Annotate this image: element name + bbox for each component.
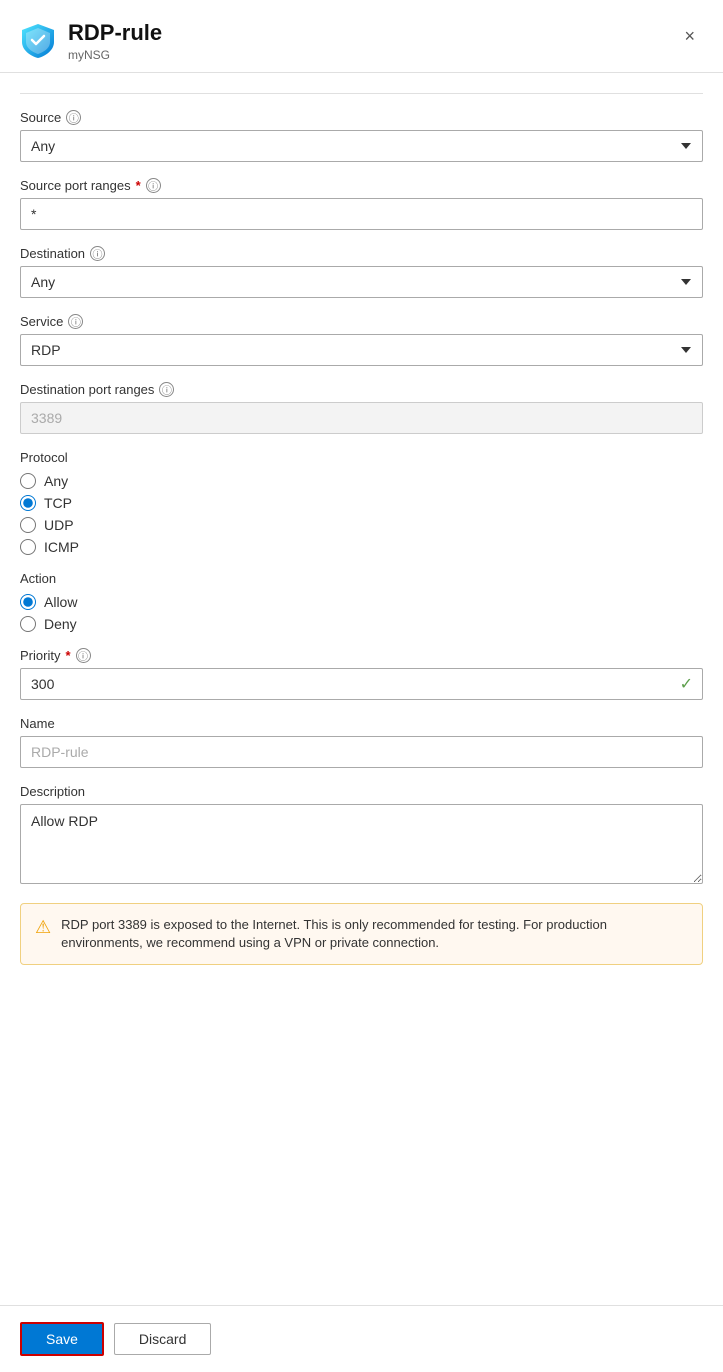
action-group: Action Allow Deny bbox=[20, 571, 703, 632]
dest-port-ranges-group: Destination port ranges ⓘ bbox=[20, 382, 703, 434]
priority-group: Priority * ⓘ ✓ bbox=[20, 648, 703, 700]
dest-port-ranges-label: Destination port ranges ⓘ bbox=[20, 382, 703, 397]
action-allow-radio[interactable] bbox=[20, 594, 36, 610]
protocol-radio-group: Any TCP UDP ICMP bbox=[20, 473, 703, 555]
panel-footer: Save Discard bbox=[0, 1305, 723, 1372]
protocol-udp-label[interactable]: UDP bbox=[44, 517, 74, 533]
header-title-group: RDP-rule myNSG bbox=[68, 20, 162, 62]
action-allow-label[interactable]: Allow bbox=[44, 594, 77, 610]
destination-label: Destination ⓘ bbox=[20, 246, 703, 261]
service-label: Service ⓘ bbox=[20, 314, 703, 329]
source-port-ranges-label: Source port ranges * ⓘ bbox=[20, 178, 703, 193]
priority-required-indicator: * bbox=[65, 648, 70, 663]
priority-info-icon[interactable]: ⓘ bbox=[76, 648, 91, 663]
service-select[interactable]: RDP SSH HTTP HTTPS Custom bbox=[20, 334, 703, 366]
protocol-tcp-radio[interactable] bbox=[20, 495, 36, 511]
destination-info-icon[interactable]: ⓘ bbox=[90, 246, 105, 261]
protocol-tcp-label[interactable]: TCP bbox=[44, 495, 72, 511]
service-info-icon[interactable]: ⓘ bbox=[68, 314, 83, 329]
warning-box: ⚠ RDP port 3389 is exposed to the Intern… bbox=[20, 903, 703, 965]
warning-icon: ⚠ bbox=[35, 917, 51, 938]
protocol-label: Protocol bbox=[20, 450, 703, 465]
protocol-icmp-label[interactable]: ICMP bbox=[44, 539, 79, 555]
protocol-any-item: Any bbox=[20, 473, 703, 489]
discard-button[interactable]: Discard bbox=[114, 1323, 211, 1355]
service-group: Service ⓘ RDP SSH HTTP HTTPS Custom bbox=[20, 314, 703, 366]
divider bbox=[20, 93, 703, 94]
priority-input[interactable] bbox=[20, 668, 703, 700]
protocol-any-radio[interactable] bbox=[20, 473, 36, 489]
header-left: RDP-rule myNSG bbox=[20, 20, 162, 62]
protocol-group: Protocol Any TCP UDP ICMP bbox=[20, 450, 703, 555]
destination-group: Destination ⓘ Any IP Addresses Service T… bbox=[20, 246, 703, 298]
protocol-icmp-radio[interactable] bbox=[20, 539, 36, 555]
dest-port-ranges-input bbox=[20, 402, 703, 434]
destination-select-wrapper: Any IP Addresses Service Tag Application… bbox=[20, 266, 703, 298]
warning-text: RDP port 3389 is exposed to the Internet… bbox=[61, 916, 688, 952]
protocol-udp-item: UDP bbox=[20, 517, 703, 533]
action-allow-item: Allow bbox=[20, 594, 703, 610]
action-deny-label[interactable]: Deny bbox=[44, 616, 77, 632]
name-label: Name bbox=[20, 716, 703, 731]
rdp-rule-panel: RDP-rule myNSG × Source ⓘ Any IP Address… bbox=[0, 0, 723, 1372]
azure-shield-icon bbox=[20, 22, 56, 61]
description-group: Description Allow RDP bbox=[20, 784, 703, 887]
panel-header: RDP-rule myNSG × bbox=[0, 0, 723, 73]
source-port-ranges-group: Source port ranges * ⓘ bbox=[20, 178, 703, 230]
action-radio-group: Allow Deny bbox=[20, 594, 703, 632]
required-indicator: * bbox=[136, 178, 141, 193]
protocol-any-label[interactable]: Any bbox=[44, 473, 68, 489]
save-button[interactable]: Save bbox=[20, 1322, 104, 1356]
priority-label: Priority * ⓘ bbox=[20, 648, 703, 663]
source-port-ranges-input[interactable] bbox=[20, 198, 703, 230]
service-select-wrapper: RDP SSH HTTP HTTPS Custom bbox=[20, 334, 703, 366]
panel-title: RDP-rule bbox=[68, 20, 162, 46]
priority-wrapper: ✓ bbox=[20, 668, 703, 700]
action-deny-item: Deny bbox=[20, 616, 703, 632]
description-label: Description bbox=[20, 784, 703, 799]
protocol-udp-radio[interactable] bbox=[20, 517, 36, 533]
source-label: Source ⓘ bbox=[20, 110, 703, 125]
panel-body: Source ⓘ Any IP Addresses Service Tag My… bbox=[0, 73, 723, 1305]
source-select[interactable]: Any IP Addresses Service Tag My IP addre… bbox=[20, 130, 703, 162]
close-button[interactable]: × bbox=[676, 22, 703, 51]
panel-subtitle: myNSG bbox=[68, 48, 162, 62]
priority-check-icon: ✓ bbox=[680, 674, 693, 694]
dest-port-info-icon[interactable]: ⓘ bbox=[159, 382, 174, 397]
source-group: Source ⓘ Any IP Addresses Service Tag My… bbox=[20, 110, 703, 162]
source-info-icon[interactable]: ⓘ bbox=[66, 110, 81, 125]
destination-select[interactable]: Any IP Addresses Service Tag Application… bbox=[20, 266, 703, 298]
source-port-info-icon[interactable]: ⓘ bbox=[146, 178, 161, 193]
name-input[interactable] bbox=[20, 736, 703, 768]
action-label: Action bbox=[20, 571, 703, 586]
protocol-icmp-item: ICMP bbox=[20, 539, 703, 555]
name-group: Name bbox=[20, 716, 703, 768]
source-select-wrapper: Any IP Addresses Service Tag My IP addre… bbox=[20, 130, 703, 162]
action-deny-radio[interactable] bbox=[20, 616, 36, 632]
description-textarea[interactable]: Allow RDP bbox=[20, 804, 703, 884]
protocol-tcp-item: TCP bbox=[20, 495, 703, 511]
